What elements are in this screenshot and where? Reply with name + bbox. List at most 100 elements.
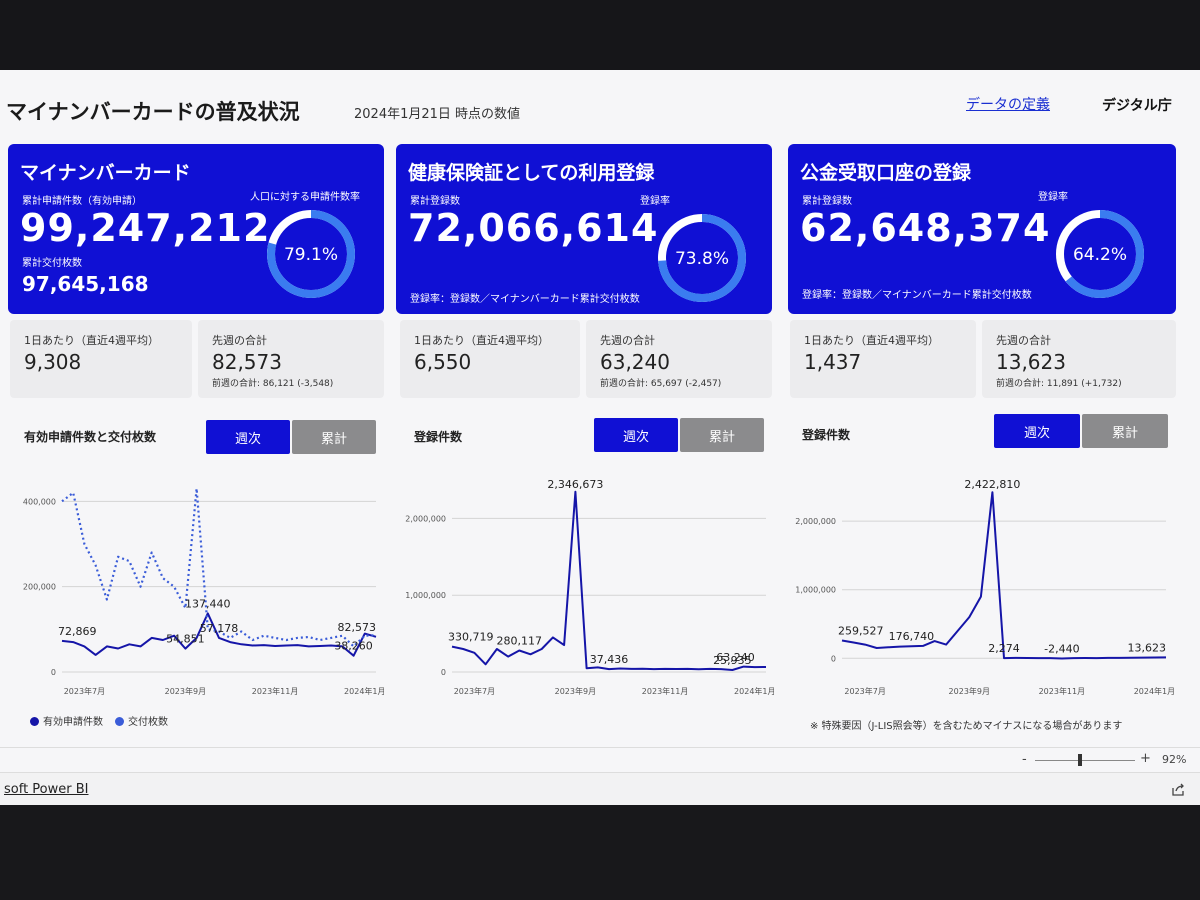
applications-label: 累計申請件数（有効申請） — [22, 196, 142, 207]
powerbi-report: マイナンバーカードの普及状況 2024年1月21日 時点の数値 データの定義 デ… — [0, 70, 1200, 806]
data-label: 13,623 — [1128, 641, 1167, 654]
y-tick-label: 200,000 — [23, 583, 56, 592]
y-tick-label: 400,000 — [23, 497, 56, 506]
data-label: 57,178 — [200, 622, 239, 635]
data-label: 63,240 — [716, 651, 755, 664]
daily-value: 9,308 — [24, 350, 82, 374]
prev-week: 前週の合計: 86,121 (-3,548) — [212, 379, 334, 389]
data-label: 82,573 — [338, 621, 377, 634]
stat-daily-1: 1日あたり（直近4週平均） 9,308 — [10, 320, 192, 398]
cumulative-button-1[interactable]: 累計 — [292, 420, 376, 454]
monitor-top-bezel — [0, 0, 1200, 70]
chart-health-insurance-registrations: 0 1,000,000 2,000,000 2023年7月 2023年9月 2023年11… — [405, 478, 774, 696]
week-label: 先週の合計 — [996, 334, 1051, 347]
weekly-button-1[interactable]: 週次 — [206, 420, 290, 454]
cumulative-button-2[interactable]: 累計 — [680, 418, 764, 452]
x-tick-label: 2023年11月 — [252, 686, 299, 696]
as-of-date: 2024年1月21日 時点の数値 — [354, 107, 521, 122]
data-label: 259,527 — [838, 624, 884, 637]
rate-donut: 73.8% — [658, 214, 746, 302]
x-tick-label: 2023年7月 — [64, 686, 105, 696]
x-tick-label: 2023年7月 — [844, 686, 885, 696]
cumulative-button-3[interactable]: 累計 — [1082, 414, 1168, 448]
kpi-card-health-insurance: 健康保険証としての利用登録 累計登録数 72,066,614 登録率 73.8%… — [396, 144, 772, 314]
kpi-title: 健康保険証としての利用登録 — [408, 162, 655, 184]
prev-week: 前週の合計: 65,697 (-2,457) — [600, 379, 722, 389]
zoom-slider-handle[interactable] — [1078, 754, 1082, 766]
zoom-level: 92% — [1162, 753, 1187, 766]
data-label: 137,440 — [185, 597, 231, 610]
powerbi-link[interactable]: soft Power BI — [4, 782, 89, 797]
weekly-button-3[interactable]: 週次 — [994, 414, 1080, 448]
y-tick-label: 2,000,000 — [795, 517, 836, 526]
x-tick-label: 2023年11月 — [1039, 686, 1086, 696]
y-tick-label: 1,000,000 — [795, 586, 836, 595]
x-tick-label: 2023年9月 — [165, 686, 206, 696]
kpi-card-public-account: 公金受取口座の登録 累計登録数 62,648,374 登録率 64.2% 登録率… — [788, 144, 1176, 314]
data-label: 2,274 — [988, 642, 1020, 655]
prev-week: 前週の合計: 11,891 (+1,732) — [996, 379, 1122, 389]
registered-value: 62,648,374 — [800, 206, 1051, 250]
chart-public-account-registrations: 0 1,000,000 2,000,000 2023年7月 2023年9月 2023年11… — [795, 478, 1174, 696]
rate-value: 79.1% — [284, 245, 338, 265]
daily-label: 1日あたり（直近4週平均） — [24, 334, 159, 347]
chart-legend: 有効申請件数 交付枚数 — [30, 713, 168, 728]
rate-label: 登録率 — [1038, 192, 1068, 203]
data-label: 37,436 — [590, 653, 629, 666]
daily-label: 1日あたり（直近4週平均） — [414, 334, 549, 347]
section-title-2: 登録件数 — [414, 430, 463, 444]
daily-value: 6,550 — [414, 350, 472, 374]
section-title-3: 登録件数 — [802, 428, 851, 442]
zoom-out-button[interactable]: - — [1022, 752, 1027, 767]
section-title-1: 有効申請件数と交付枚数 — [24, 430, 157, 444]
week-value: 82,573 — [212, 350, 282, 374]
rate-label: 登録率 — [640, 196, 670, 207]
page-title: マイナンバーカードの普及状況 — [6, 100, 300, 124]
chart-applications-issued: 0 200,000 400,000 2023年7月 2023年9月 2023年11月 202… — [23, 487, 384, 696]
stat-daily-2: 1日あたり（直近4週平均） 6,550 — [400, 320, 580, 398]
rate-value: 64.2% — [1073, 245, 1127, 265]
issued-value: 97,645,168 — [22, 272, 149, 296]
powerbi-footer: soft Power BI — [0, 772, 1200, 806]
chart-footnote: ※ 特殊要因（J-LIS照会等）を含むためマイナスになる場合があります — [810, 721, 1123, 732]
stat-week-3: 先週の合計 13,623 前週の合計: 11,891 (+1,732) — [982, 320, 1176, 398]
y-tick-label: 0 — [831, 654, 836, 663]
data-label: 72,869 — [58, 625, 97, 638]
x-tick-label: 2023年9月 — [555, 686, 596, 696]
legend-dot — [115, 717, 124, 726]
stat-week-2: 先週の合計 63,240 前週の合計: 65,697 (-2,457) — [586, 320, 772, 398]
y-tick-label: 1,000,000 — [405, 591, 446, 600]
share-icon[interactable] — [1170, 782, 1186, 798]
zoom-slider-track[interactable] — [1035, 760, 1135, 761]
weekly-button-2[interactable]: 週次 — [594, 418, 678, 452]
registered-value: 72,066,614 — [408, 206, 659, 250]
data-label: 176,740 — [889, 630, 935, 643]
stat-week-1: 先週の合計 82,573 前週の合計: 86,121 (-3,548) — [198, 320, 384, 398]
kpi-card-mynumber: マイナンバーカード 累計申請件数（有効申請） 99,247,212 累計交付枚数… — [8, 144, 384, 314]
daily-value: 1,437 — [804, 350, 862, 374]
data-label: -2,440 — [1044, 642, 1079, 655]
rate-donut: 64.2% — [1056, 210, 1144, 298]
data-label: 2,346,673 — [547, 478, 603, 491]
y-tick-label: 0 — [51, 668, 56, 677]
rate-value: 73.8% — [675, 249, 729, 269]
legend-item-applications[interactable]: 有効申請件数 — [30, 713, 103, 728]
legend-dot — [30, 717, 39, 726]
week-label: 先週の合計 — [600, 334, 655, 347]
monitor-bottom-bezel — [0, 805, 1200, 900]
x-tick-label: 2024年1月 — [1134, 686, 1174, 696]
y-tick-label: 2,000,000 — [405, 514, 446, 523]
x-tick-label: 2023年11月 — [642, 686, 689, 696]
daily-label: 1日あたり（直近4週平均） — [804, 334, 939, 347]
org-name: デジタル庁 — [1102, 98, 1172, 114]
data-label: 2,422,810 — [964, 478, 1020, 491]
week-label: 先週の合計 — [212, 334, 267, 347]
applications-value: 99,247,212 — [20, 206, 271, 250]
legend-item-issued[interactable]: 交付枚数 — [115, 713, 168, 728]
x-tick-label: 2024年1月 — [734, 686, 774, 696]
rate-note: 登録率：登録数／マイナンバーカード累計交付枚数 — [802, 290, 1032, 301]
week-value: 13,623 — [996, 350, 1066, 374]
data-definition-link[interactable]: データの定義 — [966, 94, 1050, 114]
stat-daily-3: 1日あたり（直近4週平均） 1,437 — [790, 320, 976, 398]
zoom-in-button[interactable]: + — [1140, 751, 1151, 766]
